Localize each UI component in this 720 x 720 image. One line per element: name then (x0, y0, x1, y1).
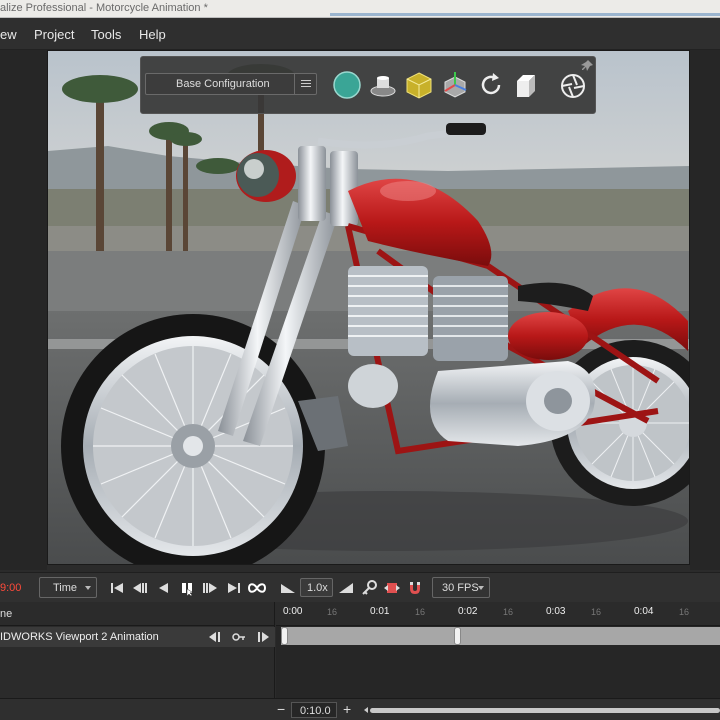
viewport-scene (48, 51, 689, 564)
pause-icon[interactable] (179, 580, 195, 596)
window-title: alize Professional - Motorcycle Animatio… (0, 2, 208, 14)
fps-label: 30 FPS (442, 582, 479, 594)
ruler-tick: 0:03 (546, 606, 566, 617)
fps-dropdown[interactable]: 30 FPS (432, 577, 490, 598)
menu-tools[interactable]: Tools (91, 27, 121, 42)
previous-keyframe-icon[interactable] (132, 580, 148, 596)
ruler-tick: 0:01 (370, 606, 390, 617)
track-row[interactable]: IDWORKS Viewport 2 Animation (0, 627, 275, 647)
ruler-minor-tick: 16 (679, 607, 690, 617)
zoom-out-button[interactable]: − (277, 701, 285, 717)
right-panel (690, 50, 720, 570)
appearance-sphere-icon[interactable] (331, 69, 363, 101)
model-cube-icon[interactable] (403, 69, 435, 101)
time-mode-label: Time (53, 582, 78, 594)
scroll-left-icon[interactable] (364, 707, 368, 713)
previous-key-icon[interactable] (208, 630, 222, 644)
track-name-column: ne (0, 608, 13, 620)
hamburger-icon[interactable] (294, 73, 316, 95)
speed-value: 1.0x (307, 582, 328, 594)
menu-bar: ew Project Tools Help (0, 18, 720, 50)
chevron-down-icon (478, 586, 484, 590)
timeline-toolbar: 9:00 Time 1.0x 30 FPS (0, 572, 720, 602)
configuration-label: Base Configuration (176, 78, 270, 90)
menu-help[interactable]: Help (139, 27, 166, 42)
go-to-end-icon[interactable] (226, 580, 242, 596)
configuration-dropdown[interactable]: Base Configuration (145, 73, 317, 95)
next-keyframe-icon[interactable] (202, 580, 218, 596)
pin-icon[interactable] (581, 59, 595, 73)
3d-viewport[interactable] (47, 50, 690, 565)
menu-view[interactable]: ew (0, 27, 17, 42)
ruler-minor-tick: 16 (503, 607, 514, 617)
time-mode-dropdown[interactable]: Time (39, 577, 97, 598)
ruler-minor-tick: 16 (591, 607, 602, 617)
ruler-minor-tick: 16 (415, 607, 426, 617)
floating-toolbar: Base Configuration (140, 56, 596, 114)
next-key-icon[interactable] (256, 630, 270, 644)
ruler-tick: 0:04 (634, 606, 654, 617)
speed-field[interactable]: 1.0x (300, 578, 333, 597)
ruler-tick: 0:00 (283, 606, 303, 617)
camera-keyframe-icon[interactable] (384, 580, 400, 596)
go-to-start-icon[interactable] (109, 580, 125, 596)
keyframe[interactable] (281, 627, 288, 645)
track-label: IDWORKS Viewport 2 Animation (0, 631, 159, 643)
key-icon[interactable] (361, 580, 377, 596)
timeline-ruler[interactable]: 0:00 16 0:01 16 0:02 16 0:03 16 0:04 16 (276, 602, 720, 626)
left-panel (0, 50, 47, 570)
zoom-field[interactable]: 0:10.0 (291, 702, 337, 718)
loop-icon[interactable] (248, 580, 266, 596)
chevron-down-icon (85, 586, 91, 590)
key-add-icon[interactable] (232, 630, 246, 644)
zoom-value: 0:10.0 (300, 705, 331, 717)
render-aperture-icon[interactable] (557, 69, 589, 101)
reload-icon[interactable] (475, 69, 507, 101)
animation-clip[interactable] (281, 627, 720, 645)
current-time-readout: 9:00 (0, 582, 22, 594)
faster-speed-icon[interactable] (338, 580, 354, 596)
timeline-zoom-bar: − 0:10.0 + (0, 698, 720, 720)
slower-speed-icon[interactable] (280, 580, 296, 596)
ruler-minor-tick: 16 (327, 607, 338, 617)
title-accent-bar (330, 13, 720, 16)
timeline-lanes[interactable] (276, 626, 720, 698)
scene-turntable-icon[interactable] (367, 69, 399, 101)
timeline-scrollbar[interactable] (370, 708, 720, 713)
ruler-tick: 0:02 (458, 606, 478, 617)
decal-box-icon[interactable] (511, 69, 543, 101)
track-list: ne IDWORKS Viewport 2 Animation (0, 602, 275, 698)
menu-project[interactable]: Project (34, 27, 74, 42)
zoom-in-button[interactable]: + (343, 701, 351, 717)
play-reverse-icon[interactable] (156, 580, 172, 596)
title-bar: alize Professional - Motorcycle Animatio… (0, 0, 720, 18)
keyframe[interactable] (454, 627, 461, 645)
track-list-header: ne (0, 602, 275, 626)
camera-gizmo-icon[interactable] (439, 69, 471, 101)
magnet-icon[interactable] (407, 580, 423, 596)
